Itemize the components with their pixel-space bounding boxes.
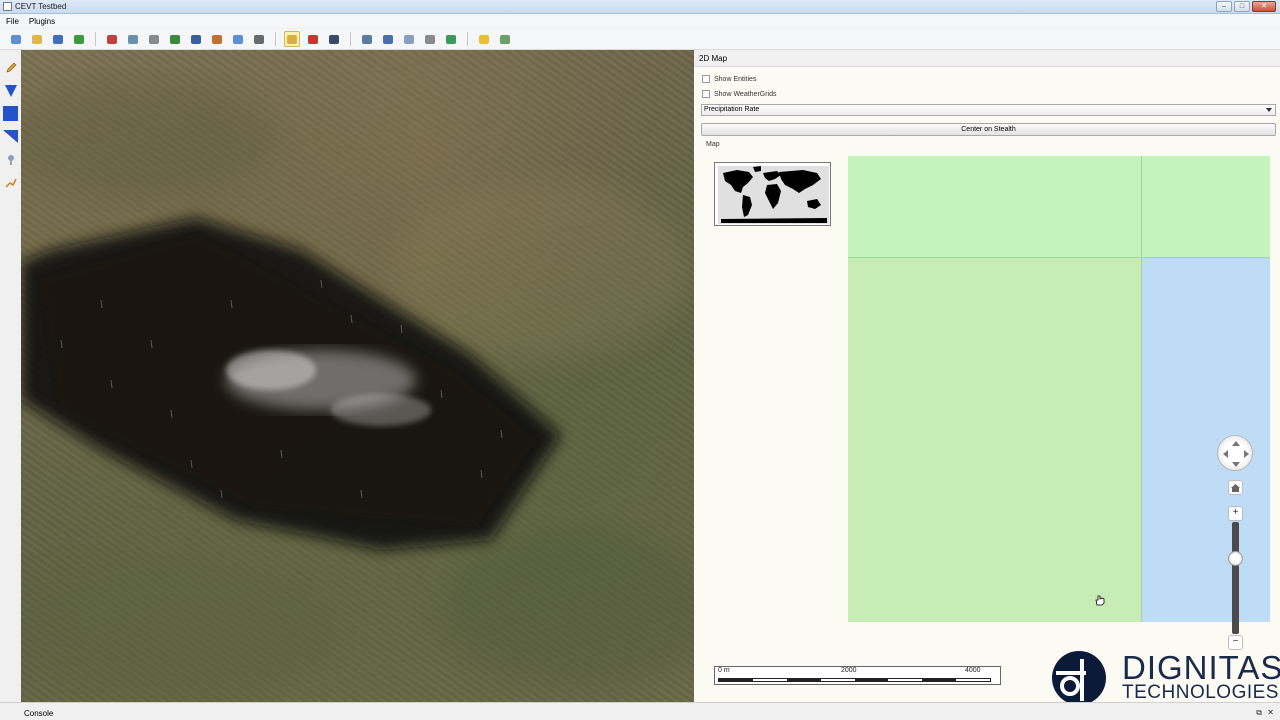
tile-border-horizontal (848, 257, 1270, 258)
square-icon[interactable] (3, 106, 18, 121)
graph-icon[interactable] (104, 31, 120, 47)
wedge-icon[interactable] (3, 129, 18, 144)
logo-word-technologies: TECHNOLOGIES (1122, 682, 1279, 703)
console-bar: Console ⧉ ✕ (0, 702, 1280, 720)
pencil-icon[interactable] (3, 60, 18, 75)
drawing-palette (0, 50, 21, 702)
path-icon[interactable] (3, 175, 18, 190)
zoom-slider-track[interactable] (1232, 522, 1239, 634)
menu-bar: File Plugins (0, 14, 1280, 28)
float-icon[interactable]: ⧉ (1256, 708, 1262, 718)
menu-plugins[interactable]: Plugins (29, 17, 55, 26)
route-icon[interactable] (305, 31, 321, 47)
pan-arrows-icon (1223, 441, 1249, 467)
map-tile-top-right (1142, 156, 1270, 258)
map-tile-bottom-left (848, 258, 1142, 622)
save-icon[interactable] (50, 31, 66, 47)
dignitas-emblem-icon (1052, 651, 1106, 705)
scale-label-mid: 2000 (841, 667, 857, 674)
map-tile-top-left (848, 156, 1142, 258)
minimize-button[interactable]: – (1216, 1, 1232, 12)
layer-select-value: Precipitation Rate (704, 106, 760, 113)
wrench-icon[interactable] (380, 31, 396, 47)
globe-icon[interactable] (443, 31, 459, 47)
lightbulb-icon[interactable] (476, 31, 492, 47)
refresh-icon[interactable] (71, 31, 87, 47)
tab-map[interactable]: Map (706, 141, 720, 148)
terrain-scene (21, 80, 694, 700)
map-panel: 2D Map Show Entities Show WeatherGrids P… (694, 50, 1280, 705)
flag-icon[interactable] (125, 31, 141, 47)
home-button[interactable] (1228, 480, 1243, 495)
zoom-in-button[interactable]: + (1228, 506, 1243, 521)
vehicle-icon[interactable] (188, 31, 204, 47)
tank-icon[interactable] (167, 31, 183, 47)
center-on-stealth-button[interactable]: Center on Stealth (701, 123, 1276, 136)
close-icon[interactable]: ✕ (1267, 708, 1274, 717)
triangle-down-icon[interactable] (3, 83, 18, 98)
zoom-slider-thumb[interactable] (1228, 551, 1243, 567)
window-title: CEVT Testbed (15, 2, 67, 11)
truck-icon[interactable] (251, 31, 267, 47)
show-entities-row[interactable]: Show Entities (702, 75, 756, 83)
world-map-icon (718, 166, 829, 224)
close-button[interactable]: ✕ (1252, 1, 1276, 12)
hand-cursor-icon (1095, 595, 1105, 606)
show-weathergrids-row[interactable]: Show WeatherGrids (702, 90, 777, 98)
settings-icon[interactable] (497, 31, 513, 47)
scale-bar: 0 m 2000 4000 (714, 666, 1001, 685)
toolbar-separator (95, 32, 96, 46)
person-icon[interactable] (146, 31, 162, 47)
tile-border-vertical (1141, 156, 1142, 622)
console-label[interactable]: Console (24, 709, 53, 718)
new-file-icon[interactable] (8, 31, 24, 47)
toolbar-separator (350, 32, 351, 46)
menu-file[interactable]: File (6, 17, 19, 26)
layer-select[interactable]: Precipitation Rate (701, 104, 1276, 116)
overview-map[interactable] (714, 162, 831, 226)
camera-icon[interactable] (326, 31, 342, 47)
toolbar (0, 29, 1280, 50)
pan-control[interactable] (1217, 435, 1253, 471)
panel-header: 2D Map (694, 50, 1280, 67)
panel-title: 2D Map (699, 54, 728, 63)
pin-icon[interactable] (3, 152, 18, 167)
toolbar-separator (275, 32, 276, 46)
window-controls: – □ ✕ (1216, 1, 1276, 12)
bomb-icon[interactable] (209, 31, 225, 47)
gear-icon[interactable] (422, 31, 438, 47)
logo-word-dignitas: DIGNITAS (1122, 649, 1280, 686)
document-icon[interactable] (230, 31, 246, 47)
scale-label-start: 0 m (718, 667, 730, 674)
zoom-out-button[interactable]: − (1228, 635, 1243, 650)
3d-viewport[interactable] (21, 50, 694, 702)
cloud-icon[interactable] (401, 31, 417, 47)
app-icon (3, 2, 12, 11)
maximize-button[interactable]: □ (1234, 1, 1250, 12)
chevron-down-icon (1266, 108, 1272, 112)
scale-label-end: 4000 (965, 667, 981, 674)
show-entities-checkbox[interactable] (702, 75, 710, 83)
home-icon (1231, 484, 1240, 492)
open-folder-icon[interactable] (29, 31, 45, 47)
show-weathergrids-label: Show WeatherGrids (714, 90, 777, 98)
show-entities-label: Show Entities (714, 75, 757, 83)
dignitas-logo: DIGNITAS TECHNOLOGIES (1050, 649, 1280, 705)
scale-bar-segments (718, 678, 991, 682)
map-toggle-icon[interactable] (284, 31, 300, 47)
title-bar: CEVT Testbed – □ ✕ (0, 0, 1280, 14)
show-weathergrids-checkbox[interactable] (702, 90, 710, 98)
toolbar-separator (467, 32, 468, 46)
chart-icon[interactable] (359, 31, 375, 47)
map-view[interactable] (848, 156, 1270, 622)
